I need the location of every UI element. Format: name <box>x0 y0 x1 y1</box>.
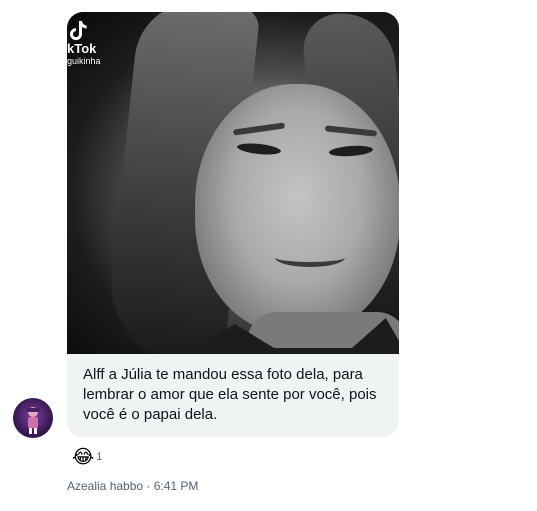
avatar[interactable] <box>13 398 53 438</box>
tiktok-watermark: kTok guikinha <box>67 20 101 66</box>
reaction-count: 1 <box>96 451 103 463</box>
reaction-badge[interactable]: 😂 1 <box>72 446 102 468</box>
tiktok-logo-icon <box>70 21 87 41</box>
sender-name: Azealia habbo <box>67 479 144 493</box>
message-text: Alff a Júlia te mandou essa foto dela, p… <box>83 366 377 423</box>
image-mouth <box>275 248 345 267</box>
message-timestamp: 6:41 PM <box>153 479 199 493</box>
watermark-brand: kTok <box>67 41 97 56</box>
message-card: kTok guikinha Alff a Júlia te mandou ess… <box>67 12 399 437</box>
image-face <box>195 84 399 334</box>
meta-separator: · <box>143 479 154 493</box>
watermark-username: guikinha <box>67 56 101 66</box>
message-meta: Azealia habbo · 6:41 PM <box>67 479 198 493</box>
avatar-figure-icon <box>26 407 40 434</box>
shared-image[interactable]: kTok guikinha <box>67 12 399 354</box>
laughing-tears-emoji-icon: 😂 <box>72 446 95 468</box>
